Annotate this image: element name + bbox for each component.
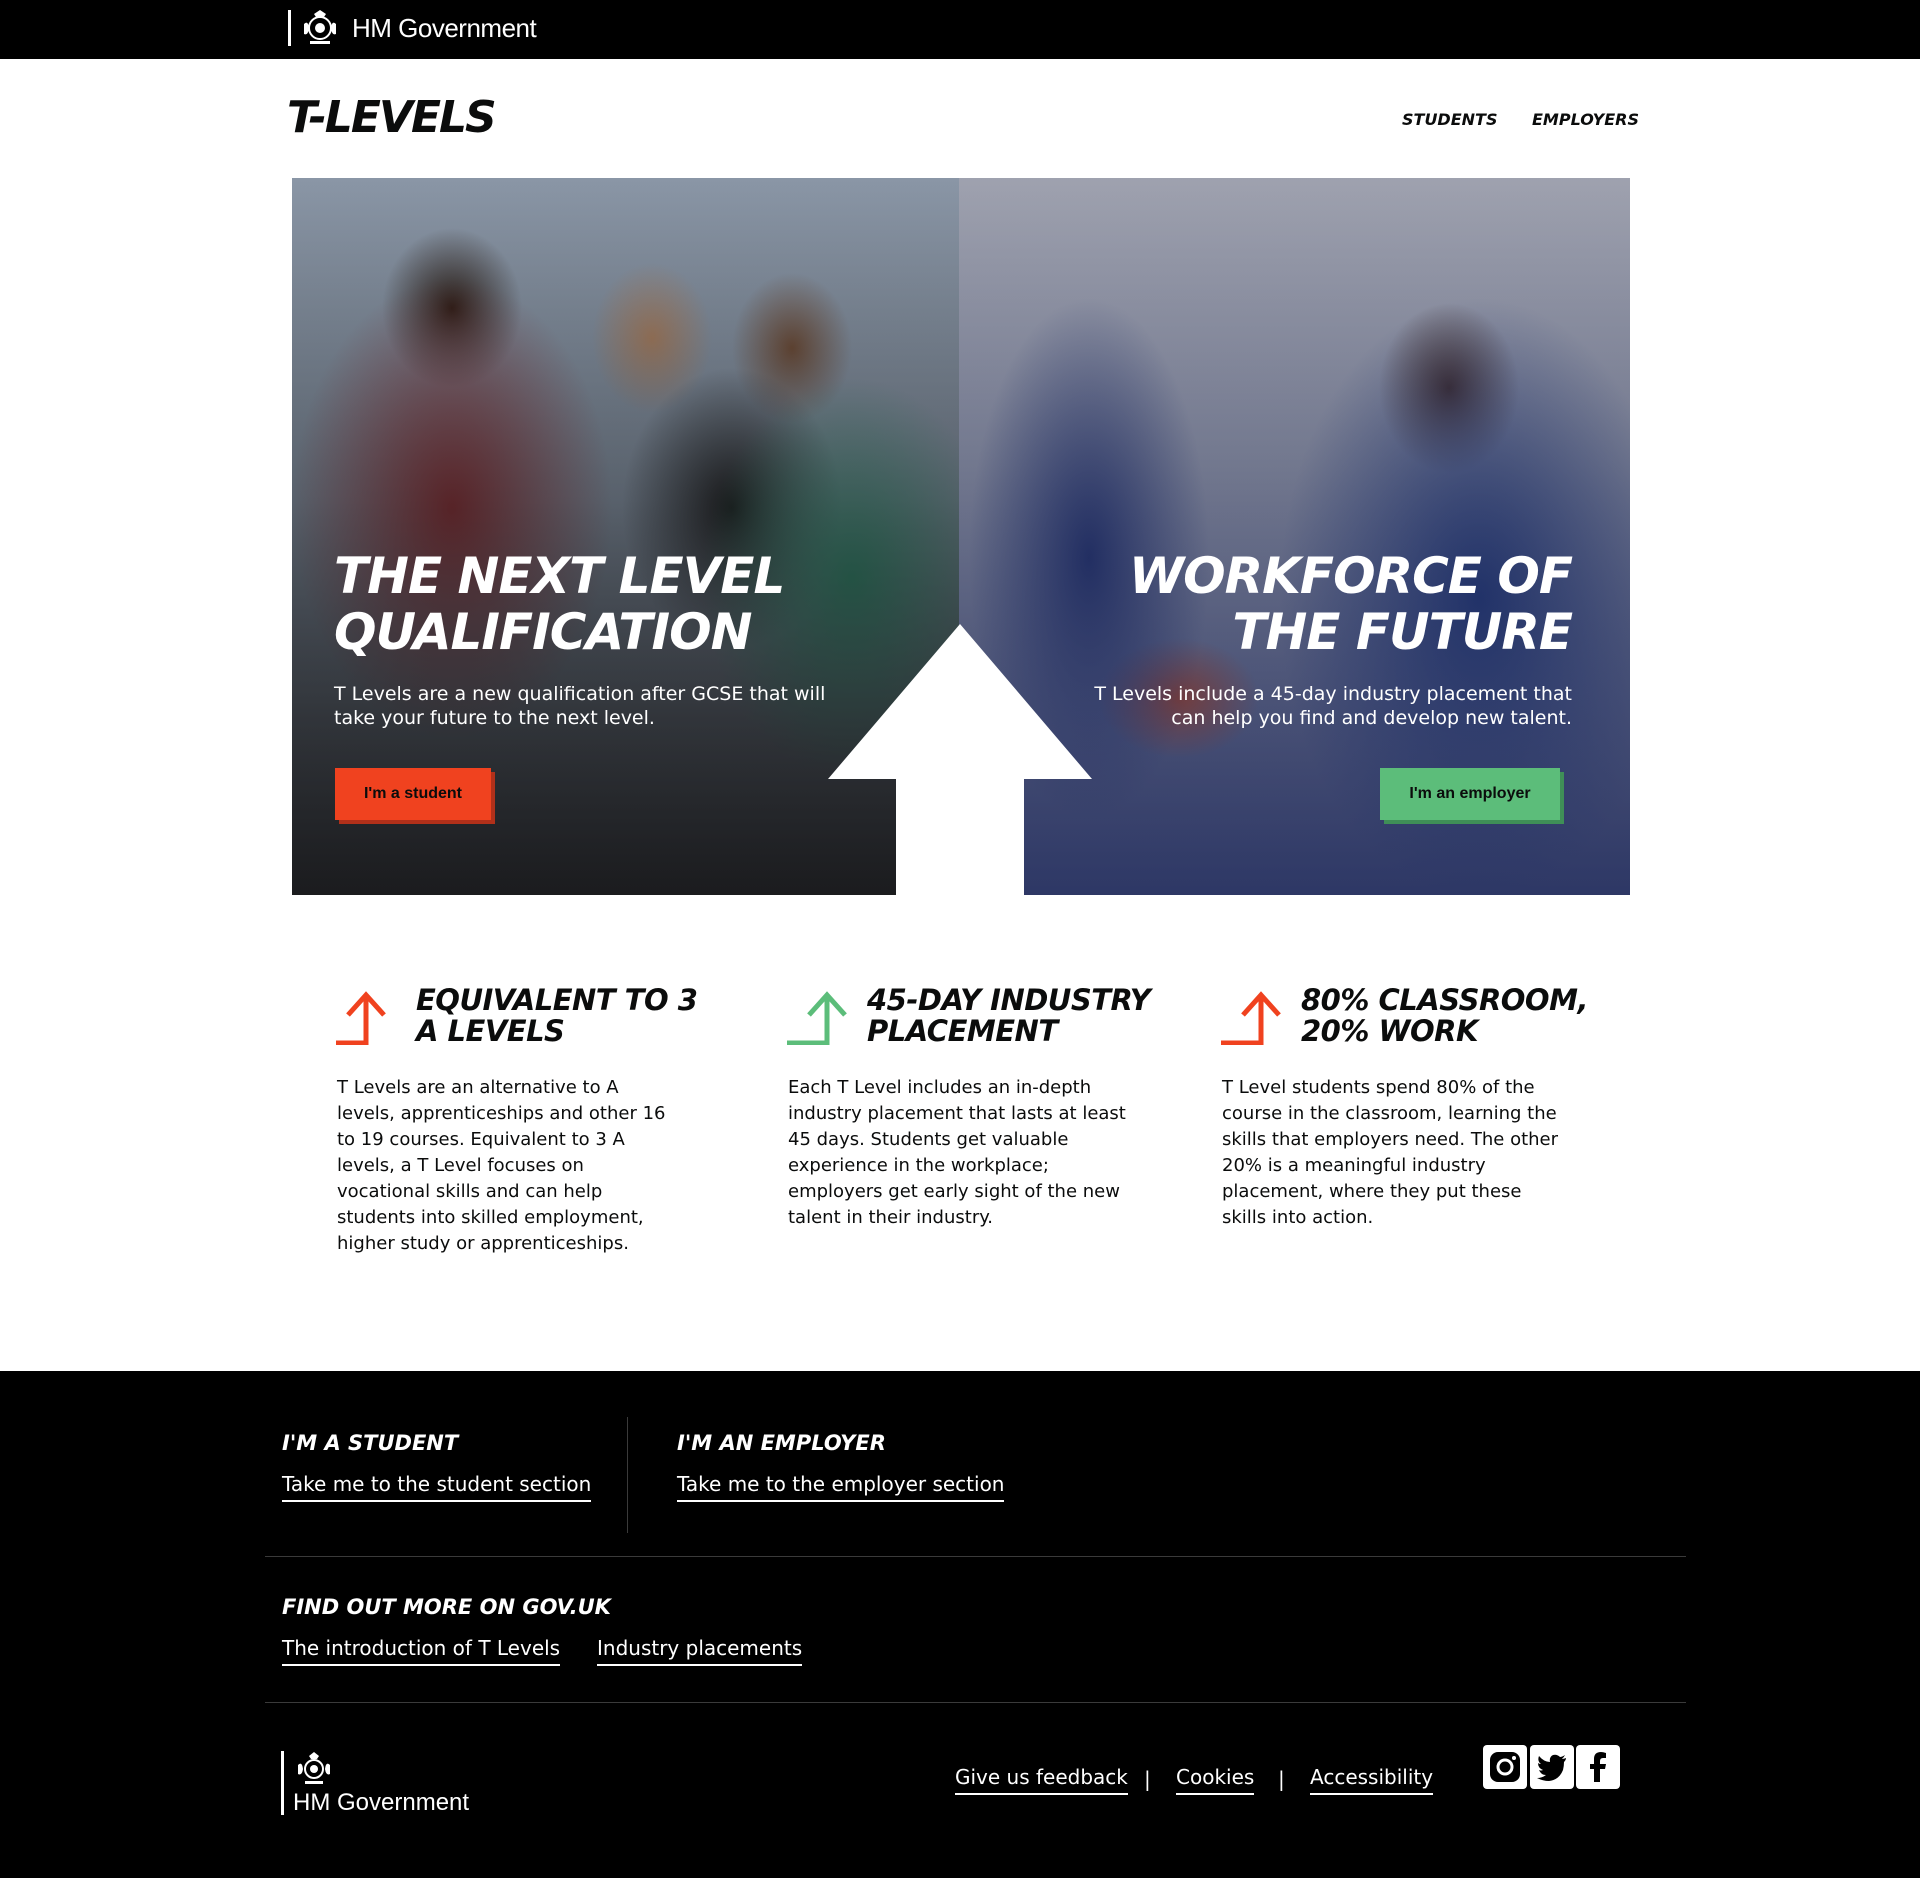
feature-text: Each T Level includes an in-depth indust… bbox=[788, 1077, 1126, 1228]
footer: I'M A STUDENT Take me to the student sec… bbox=[0, 1371, 1920, 1878]
footer-employer-heading: I'M AN EMPLOYER bbox=[677, 1431, 886, 1455]
gov-bar-title: HM Government bbox=[352, 13, 537, 43]
hero: THE NEXT LEVEL QUALIFICATION T Levels ar… bbox=[292, 178, 1630, 895]
royal-crest-icon bbox=[304, 10, 336, 44]
employer-button[interactable]: I'm an employer bbox=[1380, 768, 1560, 820]
instagram-icon[interactable] bbox=[1483, 1745, 1527, 1789]
feature-title: 45-DAY INDUSTRY PLACEMENT bbox=[867, 983, 1151, 1048]
arrow-up-icon bbox=[828, 624, 1092, 895]
footer-student-link[interactable]: Take me to the student section bbox=[282, 1472, 592, 1502]
nav-employers[interactable]: EMPLOYERS bbox=[1532, 110, 1639, 129]
hero-student-heading: THE NEXT LEVEL QUALIFICATION bbox=[334, 547, 785, 661]
footer-divider bbox=[265, 1702, 1686, 1703]
footer-divider bbox=[265, 1556, 1686, 1557]
footer-placements-link[interactable]: Industry placements bbox=[597, 1636, 803, 1666]
hero-employer-heading: WORKFORCE OF THE FUTURE bbox=[1129, 547, 1573, 661]
t-levels-logo[interactable]: T-LEVELS bbox=[287, 92, 497, 143]
hero-student-text: T Levels are a new qualification after G… bbox=[334, 683, 826, 729]
twitter-icon[interactable] bbox=[1530, 1745, 1574, 1789]
gov-bar: HM Government bbox=[0, 0, 1920, 59]
footer-student-heading: I'M A STUDENT bbox=[282, 1431, 459, 1455]
footer-gov-name: HM Government bbox=[293, 1789, 470, 1816]
nav-students[interactable]: STUDENTS bbox=[1402, 110, 1497, 129]
footer-intro-link[interactable]: The introduction of T Levels bbox=[282, 1636, 561, 1666]
footer-gov-rule bbox=[281, 1751, 284, 1815]
feature-title: 80% CLASSROOM, 20% WORK bbox=[1301, 983, 1588, 1048]
footer-gov-heading: FIND OUT MORE ON GOV.UK bbox=[282, 1595, 611, 1619]
feedback-link[interactable]: Give us feedback bbox=[955, 1765, 1128, 1795]
footer-divider bbox=[627, 1417, 628, 1533]
royal-crest-icon bbox=[298, 1752, 330, 1784]
feature-text: T Levels are an alternative to A levels,… bbox=[337, 1077, 666, 1254]
student-button[interactable]: I'm a student bbox=[335, 768, 491, 820]
gov-bar-rule bbox=[288, 10, 291, 46]
arrow-up-icon bbox=[336, 991, 386, 1045]
arrow-up-icon bbox=[1221, 991, 1281, 1045]
feature-text: T Level students spend 80% of the course… bbox=[1222, 1077, 1559, 1228]
accessibility-link[interactable]: Accessibility bbox=[1310, 1765, 1434, 1795]
feature-title: EQUIVALENT TO 3 A LEVELS bbox=[416, 983, 698, 1048]
link-separator: | bbox=[1278, 1767, 1285, 1791]
link-separator: | bbox=[1144, 1767, 1151, 1791]
facebook-icon[interactable] bbox=[1576, 1745, 1620, 1789]
footer-employer-link[interactable]: Take me to the employer section bbox=[677, 1472, 1005, 1502]
cookies-link[interactable]: Cookies bbox=[1176, 1765, 1255, 1795]
hero-employer-text: T Levels include a 45-day industry place… bbox=[1094, 683, 1572, 729]
arrow-up-icon bbox=[787, 991, 847, 1045]
